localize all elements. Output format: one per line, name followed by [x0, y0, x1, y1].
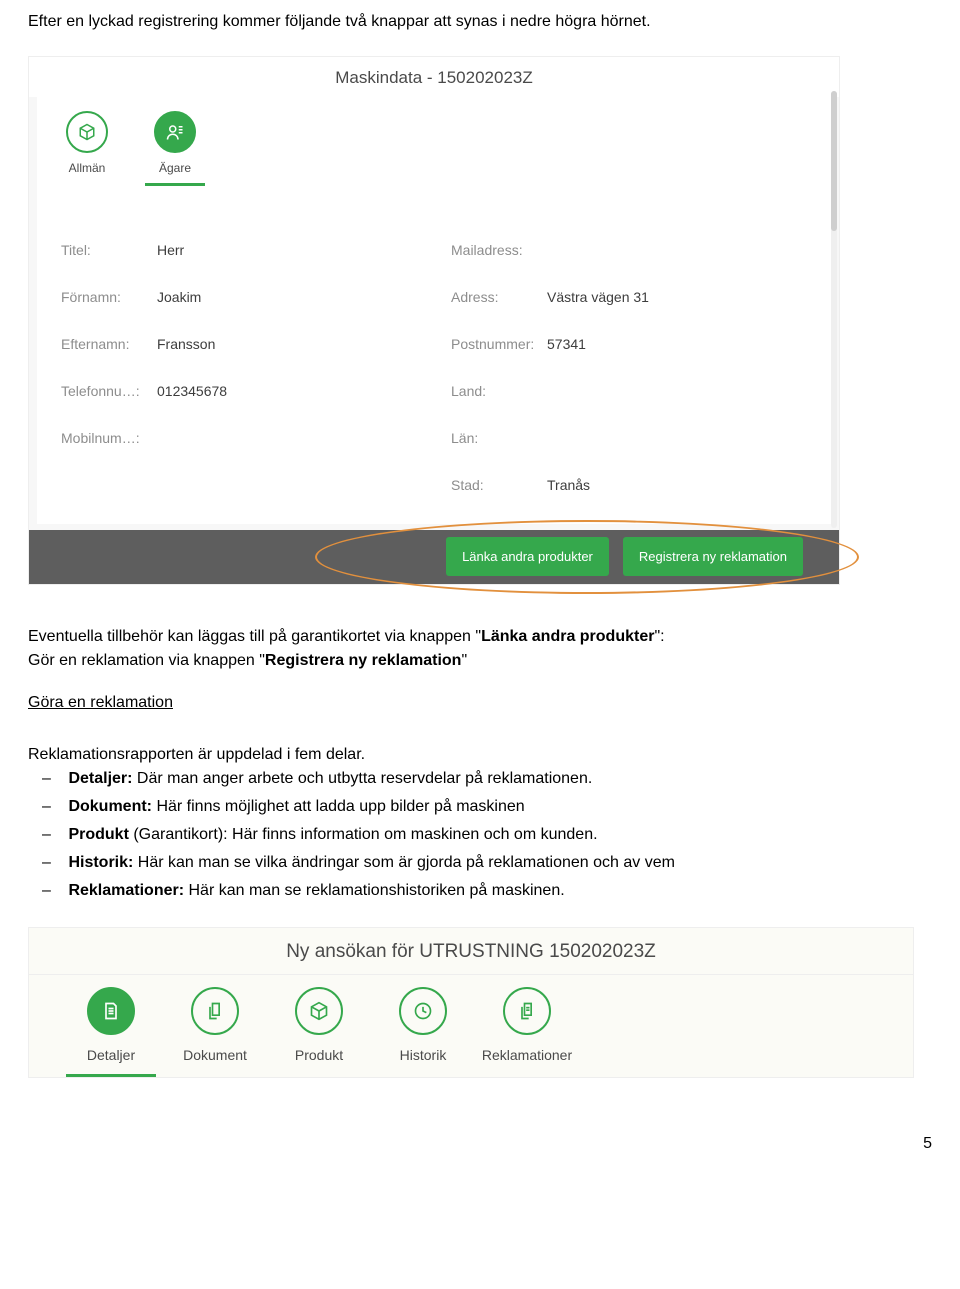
- bullet-rest: Här kan man se reklamationshistoriken på…: [189, 882, 565, 899]
- screenshot1-title: Maskindata - 150202023Z: [29, 57, 839, 97]
- field-label: Titel:: [61, 240, 157, 261]
- intro-text: Efter en lyckad registrering kommer följ…: [28, 10, 932, 34]
- text: Gör en reklamation via knappen ": [28, 652, 265, 669]
- bullet-bold: Detaljer:: [68, 770, 136, 787]
- paragraph-reklamationsrapport: Reklamationsrapporten är uppdelad i fem …: [28, 743, 932, 767]
- bullet-bold: Produkt: [68, 826, 133, 843]
- field-label: Adress:: [451, 287, 547, 308]
- screenshot2-title: Ny ansökan för UTRUSTNING 150202023Z: [29, 928, 913, 975]
- cube-icon: [295, 987, 343, 1035]
- cube-icon: [66, 111, 108, 153]
- field-label: Mailadress:: [451, 240, 547, 261]
- bullet-list: Detaljer: Där man anger arbete och utbyt…: [28, 767, 932, 903]
- field-lan: Län:: [451, 428, 831, 449]
- field-efternamn: Efternamn: Fransson: [61, 334, 441, 355]
- field-telefon: Telefonnu…: 012345678: [61, 381, 441, 402]
- clock-icon: [399, 987, 447, 1035]
- screenshot1-tabs: Allmän Ägare: [37, 97, 831, 186]
- list-item: Produkt (Garantikort): Här finns informa…: [64, 823, 932, 847]
- field-stad: Stad: Tranås: [451, 475, 831, 496]
- text: ": [461, 652, 467, 669]
- documents-icon: [191, 987, 239, 1035]
- field-label: Postnummer:: [451, 334, 547, 355]
- tab-produkt[interactable]: Produkt: [267, 987, 371, 1077]
- bullet-bold: Reklamationer:: [68, 882, 188, 899]
- bullet-bold: Dokument:: [68, 798, 156, 815]
- field-label: Telefonnu…:: [61, 381, 157, 402]
- list-item: Detaljer: Där man anger arbete och utbyt…: [64, 767, 932, 791]
- bold-registrera: Registrera ny reklamation: [265, 652, 462, 669]
- list-item: Historik: Här kan man se vilka ändringar…: [64, 851, 932, 875]
- paragraph-lanka: Eventuella tillbehör kan läggas till på …: [28, 625, 932, 673]
- field-label: Stad:: [451, 475, 547, 496]
- text: ":: [654, 628, 664, 645]
- screenshot1-footer: Länka andra produkter Registrera ny rekl…: [29, 530, 839, 584]
- section-heading: Göra en reklamation: [28, 691, 932, 715]
- tab-label: Reklamationer: [482, 1045, 572, 1066]
- field-value: Herr: [157, 240, 184, 261]
- screenshot1-whitearea: Allmän Ägare Titel: Herr: [37, 97, 831, 524]
- field-label: Mobilnum…:: [61, 428, 157, 449]
- tab-label: Historik: [400, 1045, 447, 1066]
- field-titel: Titel: Herr: [61, 240, 441, 261]
- tab-reklamationer[interactable]: Reklamationer: [475, 987, 579, 1077]
- tab-label: Produkt: [295, 1045, 343, 1066]
- tab-label: Dokument: [183, 1045, 247, 1066]
- scrollbar-thumb[interactable]: [831, 91, 837, 231]
- tab-agare[interactable]: Ägare: [149, 111, 201, 186]
- field-value: Västra vägen 31: [547, 287, 649, 308]
- bullet-rest: Där man anger arbete och utbytta reservd…: [137, 770, 592, 787]
- tab-label: Detaljer: [87, 1045, 135, 1066]
- documents-icon: [503, 987, 551, 1035]
- bullet-bold: Historik:: [68, 854, 137, 871]
- field-value: Tranås: [547, 475, 590, 496]
- tab-dokument[interactable]: Dokument: [163, 987, 267, 1077]
- field-value: Joakim: [157, 287, 201, 308]
- field-mobil: Mobilnum…:: [61, 428, 441, 449]
- field-postnummer: Postnummer: 57341: [451, 334, 831, 355]
- list-item: Dokument: Här finns möjlighet att ladda …: [64, 795, 932, 819]
- screenshot-ny-ansokan: Ny ansökan för UTRUSTNING 150202023Z Det…: [28, 927, 914, 1079]
- document-icon: [87, 987, 135, 1035]
- text: Eventuella tillbehör kan läggas till på …: [28, 628, 481, 645]
- bullet-rest: Här finns möjlighet att ladda upp bilder…: [156, 798, 524, 815]
- field-label: Land:: [451, 381, 547, 402]
- tab-allman[interactable]: Allmän: [61, 111, 113, 186]
- tab-label: Ägare: [159, 159, 191, 177]
- tab-historik[interactable]: Historik: [371, 987, 475, 1077]
- tab-label: Allmän: [69, 159, 106, 177]
- bullet-rest: Här kan man se vilka ändringar som är gj…: [138, 854, 675, 871]
- tab-detaljer[interactable]: Detaljer: [59, 987, 163, 1077]
- page-number: 5: [0, 1108, 960, 1168]
- field-adress: Adress: Västra vägen 31: [451, 287, 831, 308]
- person-icon: [154, 111, 196, 153]
- field-land: Land:: [451, 381, 831, 402]
- field-label: Förnamn:: [61, 287, 157, 308]
- bold-lanka: Länka andra produkter: [481, 628, 654, 645]
- scrollbar[interactable]: [831, 91, 837, 528]
- field-value: 012345678: [157, 381, 227, 402]
- screenshot-maskindata: Maskindata - 150202023Z Allmän Ägare: [28, 56, 840, 585]
- field-mailadress: Mailadress:: [451, 240, 831, 261]
- screenshot2-tabs: Detaljer Dokument Produkt: [59, 987, 913, 1077]
- register-claim-button[interactable]: Registrera ny reklamation: [623, 537, 803, 577]
- field-fornamn: Förnamn: Joakim: [61, 287, 441, 308]
- field-label: Län:: [451, 428, 547, 449]
- owner-form: Titel: Herr Mailadress: Förnamn: Joakim …: [37, 186, 831, 514]
- link-products-button[interactable]: Länka andra produkter: [446, 537, 609, 577]
- field-value: Fransson: [157, 334, 215, 355]
- list-item: Reklamationer: Här kan man se reklamatio…: [64, 879, 932, 903]
- field-label: Efternamn:: [61, 334, 157, 355]
- field-value: 57341: [547, 334, 586, 355]
- bullet-rest: (Garantikort): Här finns information om …: [133, 826, 597, 843]
